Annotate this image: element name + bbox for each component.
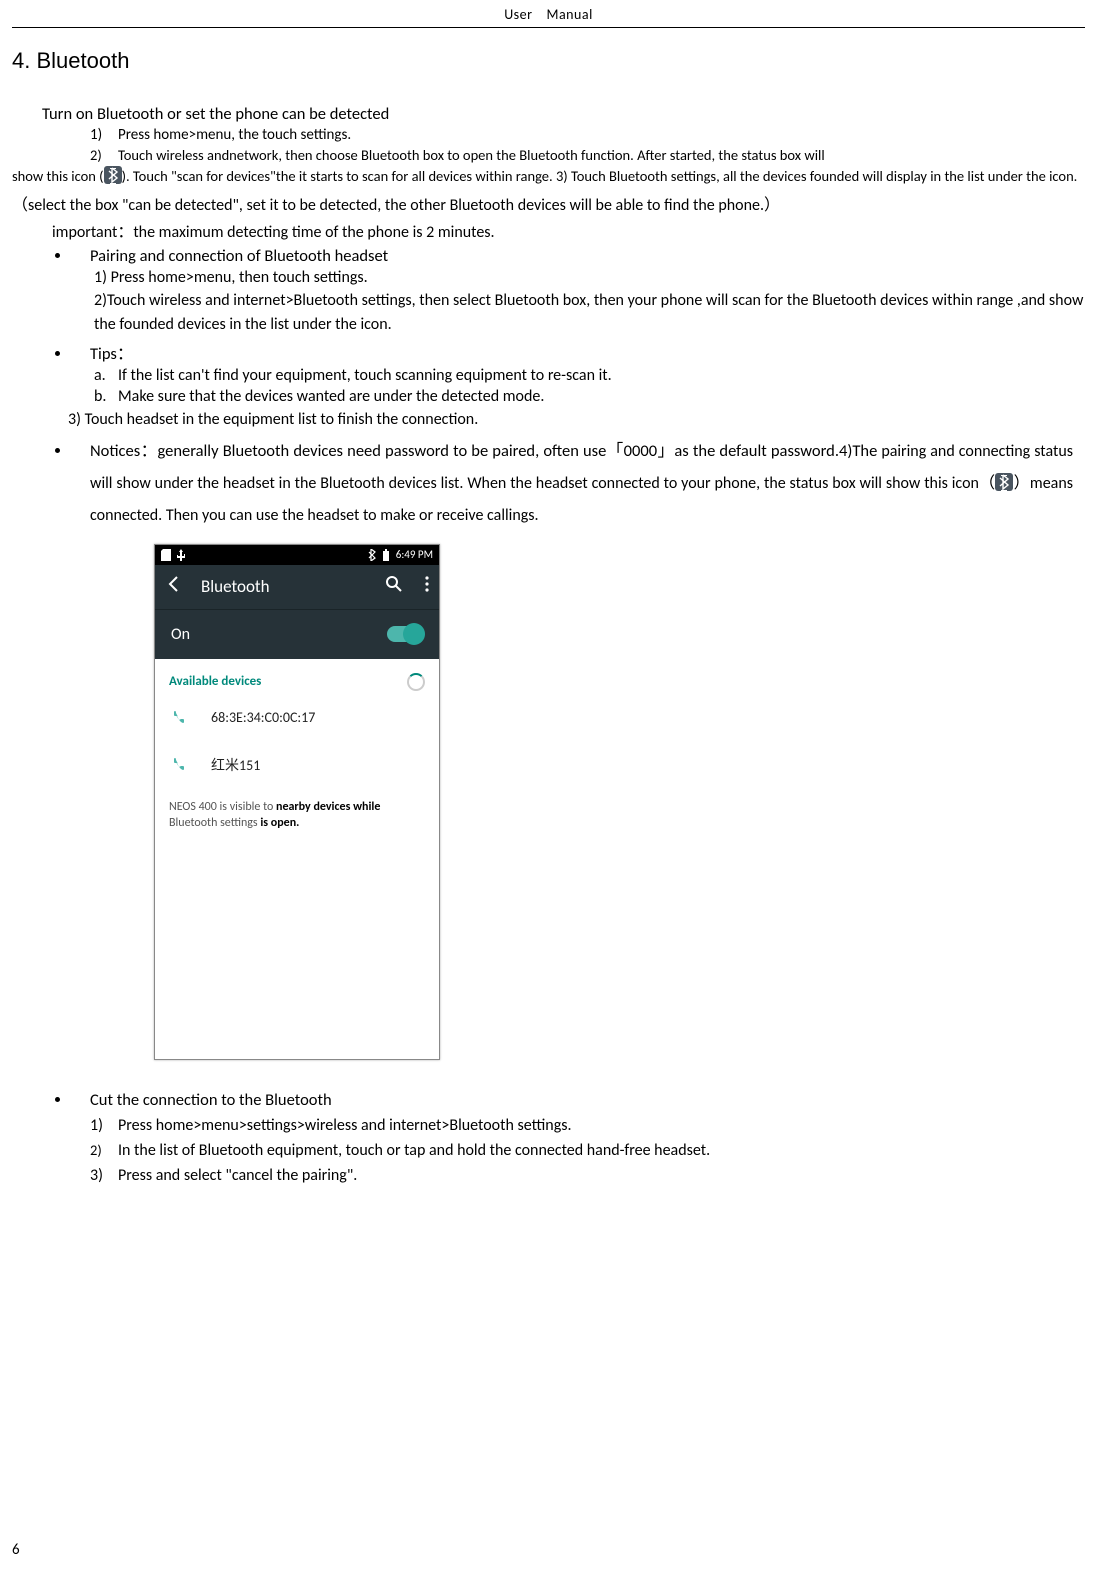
bluetooth-on-row: On xyxy=(155,609,439,659)
page-header: User Manual xyxy=(12,0,1085,28)
list-item: 3)Press and select "cancel the pairing". xyxy=(90,1166,1085,1185)
bullet-pairing: Pairing and connection of Bluetooth head… xyxy=(72,246,1085,336)
tip-a: a.If the list can't find your equipment,… xyxy=(94,366,1085,385)
phone-screenshot: 6:49 PM Bluetooth On Available dev xyxy=(154,544,1085,1060)
bluetooth-connected-icon xyxy=(995,473,1013,491)
pairing-step2: 2)Touch wireless and internet>Bluetooth … xyxy=(94,289,1085,335)
device-row[interactable]: 红米151 xyxy=(155,741,439,789)
page-number: 6 xyxy=(12,1541,20,1559)
battery-icon xyxy=(382,549,390,561)
appbar-title: Bluetooth xyxy=(201,576,270,597)
phone-icon xyxy=(171,756,189,774)
sdcard-icon xyxy=(161,549,171,561)
bullet-tips: Tips： a.If the list can't find your equi… xyxy=(72,340,1085,431)
device-name: 红米151 xyxy=(211,755,260,775)
usb-icon xyxy=(177,549,185,561)
search-icon[interactable] xyxy=(385,575,403,598)
header-right: Manual xyxy=(547,6,593,23)
bullet-cut-connection: Cut the connection to the Bluetooth 1)Pr… xyxy=(72,1090,1085,1185)
bullet-notices: Notices：generally Bluetooth devices need… xyxy=(72,435,1085,532)
phone-appbar: Bluetooth xyxy=(155,565,439,609)
visibility-note: NEOS 400 is visible to nearby devices wh… xyxy=(155,789,439,841)
back-icon[interactable] xyxy=(165,575,183,598)
bluetooth-toggle[interactable] xyxy=(387,626,423,642)
pairing-step1: 1) Press home>menu, then touch settings. xyxy=(94,266,1085,289)
phone-statusbar: 6:49 PM xyxy=(155,545,439,565)
device-row[interactable]: 68:3E:34:C0:0C:17 xyxy=(155,695,439,741)
loading-spinner-icon xyxy=(407,673,425,691)
clock-text: 6:49 PM xyxy=(396,548,433,561)
more-icon[interactable] xyxy=(425,576,429,597)
important-note: important：the maximum detecting time of … xyxy=(52,218,1085,242)
list-item: 2)In the list of Bluetooth equipment, to… xyxy=(90,1141,1085,1160)
section-title: 4. Bluetooth xyxy=(12,48,1085,74)
tips-step3: 3) Touch headset in the equipment list t… xyxy=(68,408,1085,431)
device-name: 68:3E:34:C0:0C:17 xyxy=(211,709,315,726)
tip-b: b.Make sure that the devices wanted are … xyxy=(94,387,1085,406)
list-item: 1)Press home>menu>settings>wireless and … xyxy=(90,1116,1085,1135)
bluetooth-status-icon xyxy=(104,166,122,184)
available-devices-header: Available devices xyxy=(155,667,439,695)
header-left: User xyxy=(504,6,532,23)
turn-on-heading: Turn on Bluetooth or set the phone can b… xyxy=(42,104,1085,124)
bluetooth-icon xyxy=(368,549,376,561)
paragraph: show this icon (). Touch "scan for devic… xyxy=(12,166,1085,187)
phone-icon xyxy=(171,709,189,727)
list-item: 1)Press home>menu, the touch settings. xyxy=(90,126,1085,144)
paragraph: （select the box "can be detected", set i… xyxy=(12,195,1085,217)
on-label: On xyxy=(171,625,190,644)
list-item: 2)Touch wireless andnetwork, then choose… xyxy=(90,146,1085,164)
